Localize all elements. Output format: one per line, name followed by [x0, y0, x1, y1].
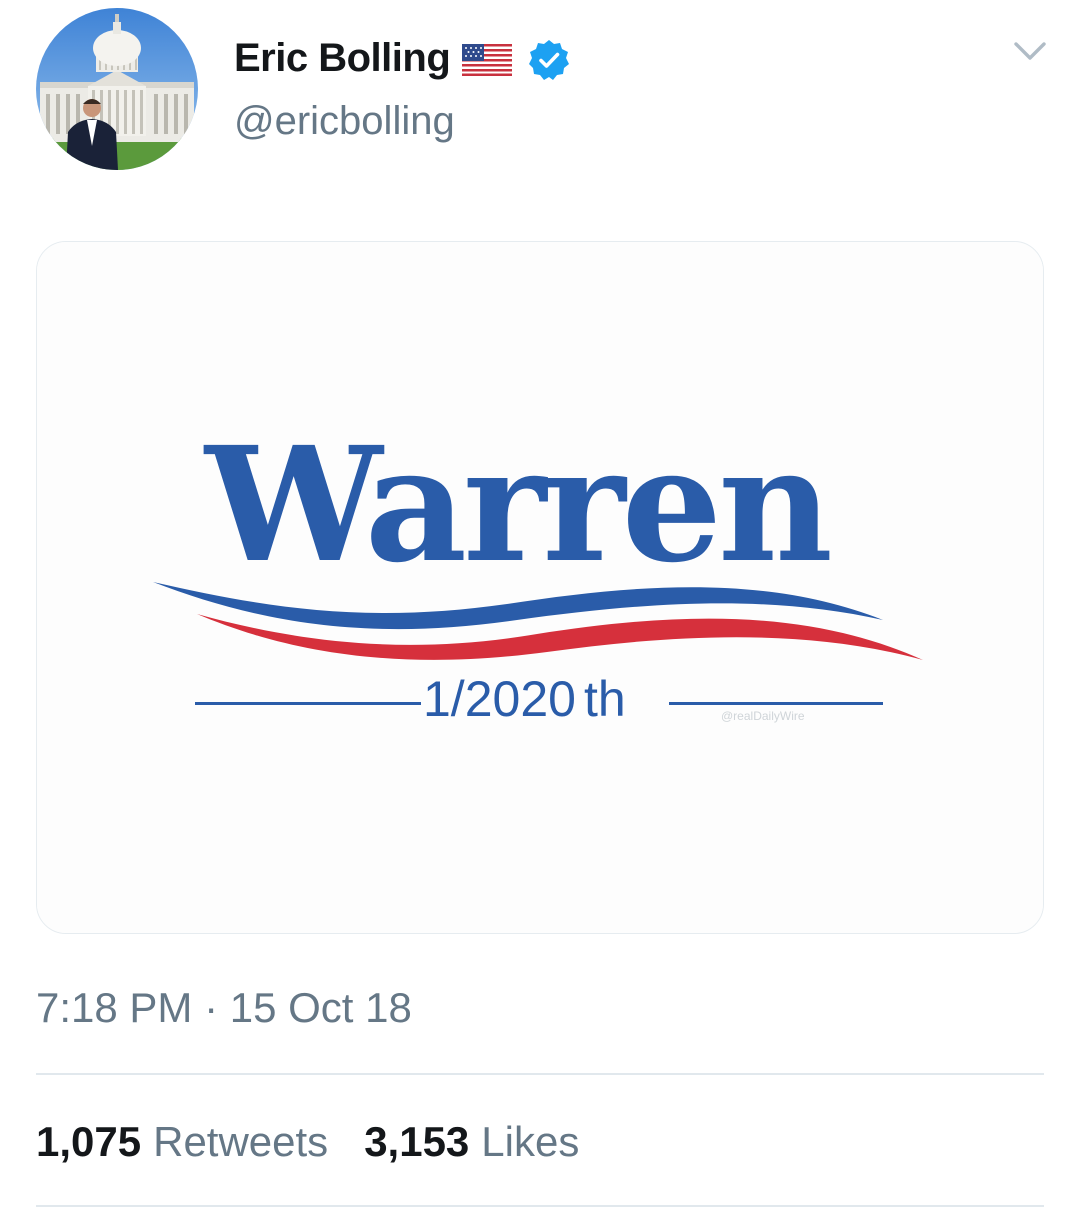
tweet-media-image[interactable]: Warren 1/2020 th @realDailyWire — [36, 241, 1044, 934]
media-subline-number: 1/2020 — [423, 671, 576, 727]
likes-label: Likes — [481, 1118, 580, 1165]
media-rule-left — [195, 702, 421, 705]
us-flag-icon — [462, 42, 514, 78]
media-watermark: @realDailyWire — [721, 709, 805, 723]
media-subline-suffix: th — [584, 671, 626, 727]
media-subline: 1/2020 th — [423, 671, 626, 727]
tweet-stats: 1,075 Retweets 3,153 Likes — [36, 1118, 615, 1166]
retweets-stat[interactable]: 1,075 Retweets — [36, 1118, 328, 1166]
verified-badge-icon — [528, 39, 570, 81]
likes-count: 3,153 — [364, 1118, 470, 1165]
author-handle[interactable]: @ericbolling — [234, 99, 455, 144]
media-headline: Warren — [203, 413, 830, 598]
author-display-name[interactable]: Eric Bolling — [234, 36, 451, 81]
divider — [36, 1073, 1044, 1075]
chevron-down-icon — [1014, 42, 1046, 60]
retweets-label: Retweets — [153, 1118, 329, 1165]
likes-stat[interactable]: 3,153 Likes — [364, 1118, 579, 1166]
retweets-count: 1,075 — [36, 1118, 142, 1165]
tweet-menu-button[interactable] — [1008, 34, 1052, 70]
avatar[interactable] — [36, 8, 198, 170]
media-rule-right — [669, 702, 883, 705]
tweet-timestamp[interactable]: 7:18 PM · 15 Oct 18 — [36, 984, 412, 1032]
divider — [36, 1205, 1044, 1207]
